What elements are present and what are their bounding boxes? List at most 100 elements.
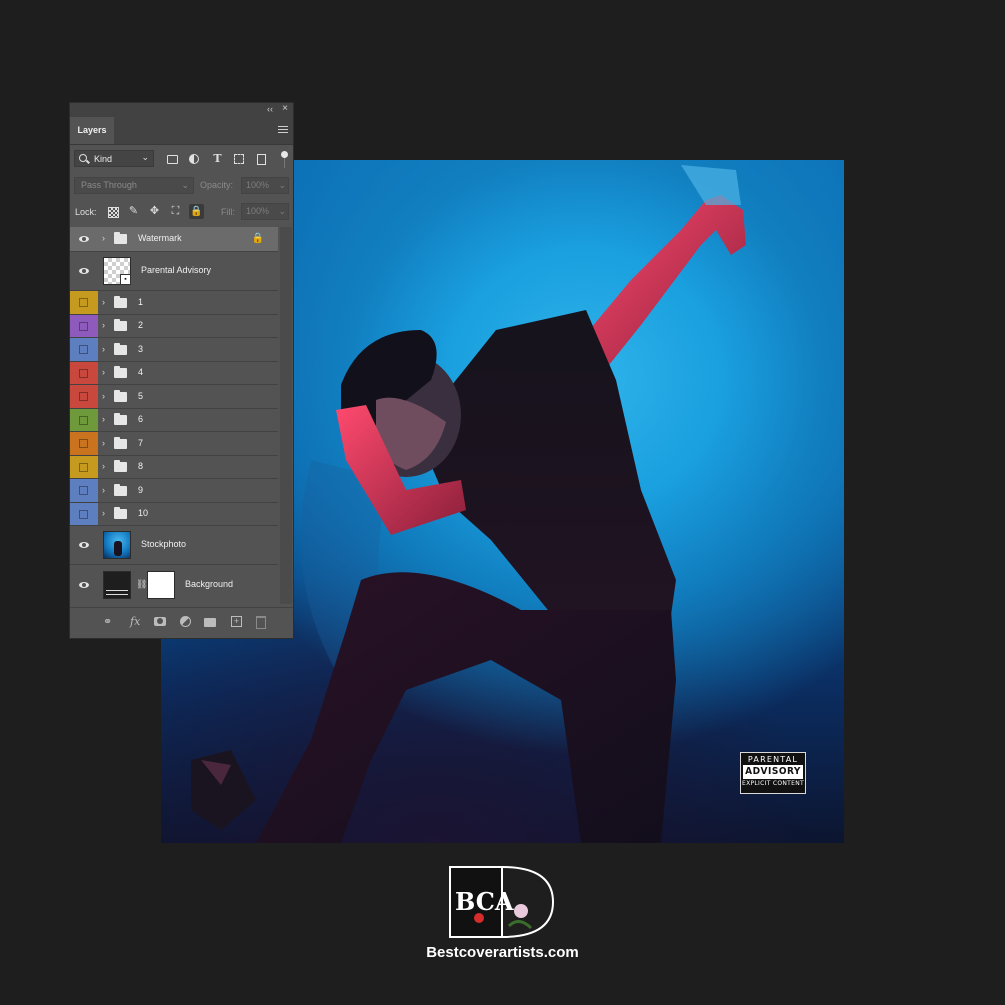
advisory-top-text: PARENTAL: [747, 755, 799, 764]
lock-row: Lock: ✎ ✥ ⛶ 🔒 Fill: 100% ⌄: [74, 203, 289, 221]
chevron-right-icon[interactable]: ›: [102, 391, 105, 401]
layer-thumbnail: [103, 531, 131, 559]
lock-pixels-icon[interactable]: ✎: [128, 206, 139, 217]
layer-row-group[interactable]: › 1: [70, 291, 278, 315]
visibility-toggle[interactable]: [70, 227, 100, 251]
eye-icon: [79, 236, 89, 242]
lock-position-icon[interactable]: ✥: [149, 206, 160, 217]
folder-icon: [114, 413, 127, 425]
smart-object-icon: ▪: [120, 274, 131, 285]
panel-menu-icon[interactable]: [278, 126, 288, 135]
visibility-toggle[interactable]: [70, 526, 100, 564]
chevron-right-icon[interactable]: ›: [102, 344, 105, 354]
visibility-toggle[interactable]: [70, 252, 100, 290]
chevron-down-icon: ⌄: [141, 152, 149, 162]
eye-icon: [79, 268, 89, 274]
filter-pixel-icon[interactable]: [167, 155, 178, 164]
layers-scrollbar[interactable]: [280, 227, 292, 604]
layer-name: 4: [138, 367, 144, 377]
layer-row-group[interactable]: › 10: [70, 503, 278, 526]
lock-transparency-icon[interactable]: [108, 207, 119, 218]
layer-color-tag[interactable]: [70, 456, 98, 478]
filter-smart-object-icon[interactable]: [257, 154, 266, 165]
chevron-right-icon[interactable]: ›: [102, 438, 105, 448]
chevron-right-icon[interactable]: ›: [102, 367, 105, 377]
layer-color-tag[interactable]: [70, 315, 98, 337]
lock-label: Lock:: [75, 207, 97, 217]
folder-icon: [114, 232, 127, 244]
chevron-right-icon[interactable]: ›: [102, 414, 105, 424]
brand-logo-text: BCA: [455, 887, 514, 916]
chevron-right-icon[interactable]: ›: [102, 320, 105, 330]
layer-color-tag[interactable]: [70, 338, 98, 361]
eye-icon: [79, 581, 89, 588]
mask-link-icon[interactable]: ⛓: [136, 579, 147, 590]
link-layers-icon[interactable]: ⚭: [103, 616, 112, 628]
layer-row-group[interactable]: › 9: [70, 479, 278, 503]
filter-type-icon[interactable]: T: [212, 153, 223, 164]
layer-color-tag[interactable]: [70, 409, 98, 431]
chevron-right-icon[interactable]: ›: [102, 461, 105, 471]
filter-shape-icon[interactable]: [234, 154, 244, 164]
layer-row-background[interactable]: ⛓ Background: [70, 565, 278, 604]
layer-row-watermark[interactable]: › Watermark 🔒: [70, 227, 278, 252]
visibility-toggle[interactable]: [70, 565, 100, 604]
new-group-icon[interactable]: [204, 618, 216, 627]
layer-row-parental-advisory[interactable]: ▪ Parental Advisory: [70, 252, 278, 291]
layer-row-group[interactable]: › 5: [70, 385, 278, 409]
close-panel-icon[interactable]: ×: [282, 103, 288, 114]
chevron-right-icon[interactable]: ›: [102, 485, 105, 495]
chevron-right-icon[interactable]: ›: [102, 297, 105, 307]
folder-icon: [114, 366, 127, 378]
tab-layers[interactable]: Layers: [70, 117, 114, 144]
layer-name: 8: [138, 461, 144, 471]
lock-icon: 🔒: [251, 233, 264, 244]
chevron-down-icon: ⌄: [181, 180, 189, 190]
adjustment-layer-icon[interactable]: [180, 616, 191, 627]
filter-adjustment-icon[interactable]: [189, 154, 199, 164]
layer-row-group[interactable]: › 8: [70, 456, 278, 479]
opacity-input[interactable]: 100% ⌄: [241, 177, 289, 194]
brand-website[interactable]: Bestcoverartists.com: [0, 944, 1005, 961]
chevron-right-icon[interactable]: ›: [102, 233, 105, 243]
layer-thumbnail: ▪: [103, 257, 131, 285]
layer-color-tag[interactable]: [70, 503, 98, 525]
layer-color-tag[interactable]: [70, 385, 98, 408]
layer-name: Stockphoto: [141, 539, 187, 549]
layer-color-tag[interactable]: [70, 362, 98, 384]
collapse-panel-icon[interactable]: ‹‹: [267, 104, 273, 114]
layer-mask-thumbnail[interactable]: [147, 570, 175, 599]
layer-row-group[interactable]: › 7: [70, 432, 278, 456]
layer-filter-row: Kind ⌄ T: [74, 149, 289, 169]
layer-row-group[interactable]: › 3: [70, 338, 278, 362]
add-mask-icon[interactable]: [154, 617, 166, 626]
lock-all-icon[interactable]: 🔒: [189, 204, 204, 219]
chevron-right-icon[interactable]: ›: [102, 508, 105, 518]
blend-mode-select[interactable]: Pass Through ⌄: [74, 177, 194, 194]
fx-icon[interactable]: fx: [130, 616, 140, 628]
fill-value: 100%: [246, 206, 270, 216]
layer-row-group[interactable]: › 6: [70, 409, 278, 432]
layer-row-group[interactable]: › 4: [70, 362, 278, 385]
brand-logo: BCA: [449, 866, 555, 938]
folder-icon: [114, 319, 127, 331]
folder-icon: [114, 295, 127, 308]
delete-layer-icon[interactable]: [256, 616, 266, 629]
layer-color-tag[interactable]: [70, 291, 98, 314]
layer-row-group[interactable]: › 2: [70, 315, 278, 338]
folder-icon: [114, 483, 127, 496]
layer-thumbnail: [103, 570, 131, 599]
layer-color-tag[interactable]: [70, 479, 98, 502]
lock-artboard-icon[interactable]: ⛶: [170, 206, 181, 217]
filter-toggle-icon[interactable]: [281, 151, 288, 158]
filter-kind-select[interactable]: Kind ⌄: [74, 150, 154, 167]
fill-label: Fill:: [221, 207, 235, 217]
panel-title-bar[interactable]: ‹‹ ×: [70, 103, 293, 117]
layer-color-tag[interactable]: [70, 432, 98, 455]
layer-name: Parental Advisory: [141, 265, 212, 275]
fill-input[interactable]: 100% ⌄: [241, 203, 289, 220]
new-layer-icon[interactable]: +: [231, 616, 242, 627]
search-icon: [79, 154, 87, 162]
layer-row-stockphoto[interactable]: Stockphoto: [70, 526, 278, 565]
layers-panel: ‹‹ × Layers Kind ⌄ T Pass Through ⌄ Opac…: [69, 102, 294, 639]
